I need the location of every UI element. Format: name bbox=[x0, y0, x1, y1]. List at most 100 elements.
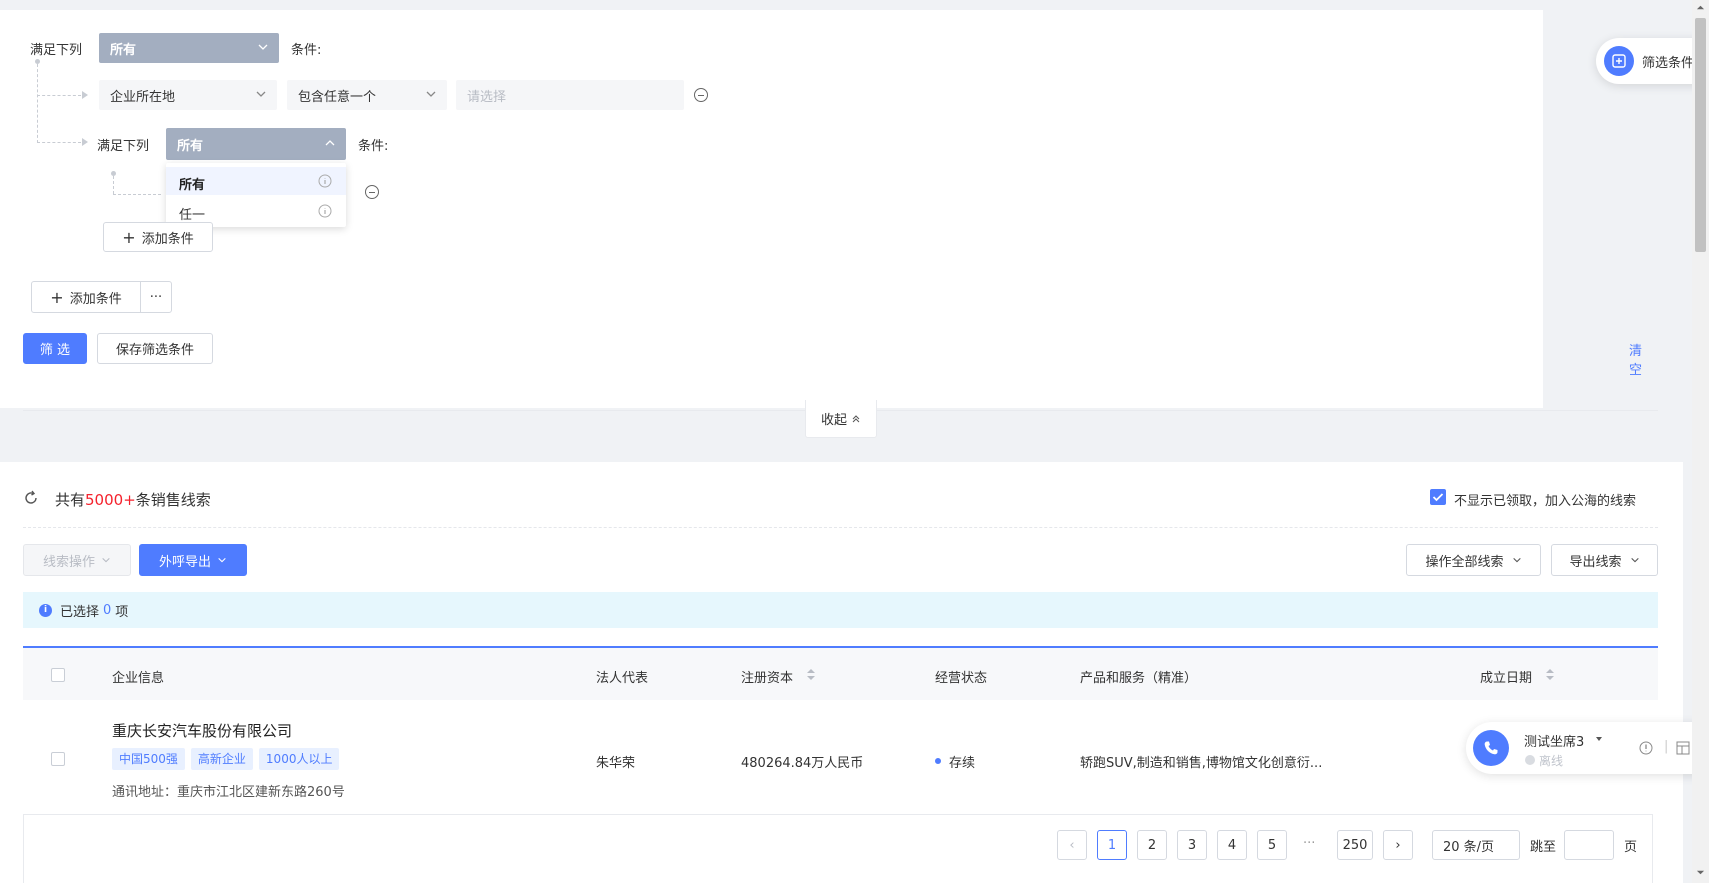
chevron-down-icon bbox=[256, 91, 266, 97]
alert-icon[interactable] bbox=[1639, 741, 1653, 755]
selected-count: 0 bbox=[103, 602, 112, 618]
divider bbox=[877, 410, 1658, 411]
export-leads-button[interactable]: 导出线索 bbox=[1551, 544, 1658, 576]
selection-banner: i 已选择 0 项 bbox=[23, 592, 1658, 628]
clear-link[interactable]: 清空 bbox=[1629, 340, 1642, 378]
nested-condition-label: 条件: bbox=[358, 139, 389, 154]
window-icon[interactable] bbox=[1676, 741, 1690, 755]
chevron-down-icon bbox=[102, 557, 110, 563]
arrow-icon bbox=[82, 91, 88, 99]
dropdown-option-any[interactable]: 任一 bbox=[166, 197, 346, 225]
filter-button-label: 筛 选 bbox=[39, 343, 71, 358]
prev-page-button[interactable]: ‹ bbox=[1057, 830, 1087, 860]
scroll-down-icon[interactable] bbox=[1696, 868, 1705, 877]
company-name[interactable]: 重庆长安汽车股份有限公司 bbox=[112, 720, 292, 741]
arrow-icon bbox=[82, 138, 88, 146]
nested-add-condition-button[interactable]: + 添加条件 bbox=[103, 222, 213, 252]
info-icon: i bbox=[39, 603, 52, 617]
agent-name: 测试坐席3 bbox=[1524, 735, 1585, 750]
jump-input[interactable] bbox=[1564, 830, 1614, 860]
nested-match-select-value: 所有 bbox=[177, 138, 204, 154]
match-select[interactable]: 所有 bbox=[99, 33, 279, 63]
nested-match-select[interactable]: 所有 bbox=[166, 128, 346, 160]
remove-condition-icon[interactable] bbox=[694, 88, 708, 102]
operator-select-value: 包含任意一个 bbox=[298, 89, 377, 105]
tree-line bbox=[113, 194, 161, 195]
page-unit-label: 页 bbox=[1624, 840, 1638, 855]
tree-line bbox=[37, 142, 81, 143]
dropdown-option-all[interactable]: 所有 bbox=[166, 167, 346, 195]
page-button[interactable]: 1 bbox=[1097, 830, 1127, 860]
hide-claimed-checkbox[interactable] bbox=[1430, 489, 1446, 505]
plus-icon: + bbox=[122, 227, 136, 247]
export-leads-label: 导出线索 bbox=[1569, 554, 1622, 570]
header-founded[interactable]: 成立日期 bbox=[1480, 667, 1532, 686]
chevron-down-icon bbox=[1630, 557, 1639, 563]
match-select-value: 所有 bbox=[110, 42, 137, 58]
page-button[interactable]: 3 bbox=[1177, 830, 1207, 860]
sort-icon[interactable] bbox=[807, 669, 815, 681]
header-legal-rep: 法人代表 bbox=[596, 671, 649, 686]
capital-value: 480264.84万人民币 bbox=[741, 756, 864, 771]
company-tags: 中国500强 高新企业 1000人以上 bbox=[112, 748, 345, 770]
page-button[interactable]: 5 bbox=[1257, 830, 1287, 860]
chevron-up-icon bbox=[325, 140, 335, 146]
company-address: 通讯地址：重庆市江北区建新东路260号 bbox=[112, 785, 345, 800]
separator: | bbox=[1664, 739, 1669, 754]
status-value: 存续 bbox=[949, 756, 976, 771]
selected-prefix: 已选择 bbox=[60, 604, 100, 620]
page-button[interactable]: 2 bbox=[1137, 830, 1167, 860]
scroll-up-icon[interactable] bbox=[1696, 3, 1705, 12]
tag-badge: 高新企业 bbox=[190, 748, 253, 770]
value-select[interactable]: 请选择 bbox=[456, 80, 684, 110]
select-all-checkbox[interactable] bbox=[51, 668, 65, 682]
table-row: 重庆长安汽车股份有限公司 中国500强 高新企业 1000人以上 通讯地址：重庆市江… bbox=[23, 700, 1658, 804]
scrollbar-thumb[interactable] bbox=[1695, 18, 1706, 252]
add-condition-button[interactable]: + 添加条件 bbox=[31, 281, 141, 313]
products-value: 轿跑SUV,制造和销售,博物馆文化创意衍... bbox=[1080, 756, 1323, 771]
jump-label: 跳至 bbox=[1530, 840, 1557, 855]
chevron-down-icon bbox=[218, 557, 226, 563]
header-status: 经营状态 bbox=[935, 671, 988, 686]
last-page-button[interactable]: 250 bbox=[1337, 830, 1373, 860]
add-condition-label: 添加条件 bbox=[69, 291, 122, 307]
sort-icon[interactable] bbox=[1546, 669, 1554, 681]
chevron-double-up-icon bbox=[852, 414, 860, 422]
page-size-select[interactable]: 20 条/页 bbox=[1432, 830, 1520, 860]
save-filter-button[interactable]: 保存筛选条件 bbox=[97, 333, 213, 364]
header-capital[interactable]: 注册资本 bbox=[741, 667, 793, 686]
scrollbar-track[interactable] bbox=[1692, 0, 1709, 883]
match-dropdown-menu: 所有 任一 bbox=[166, 163, 346, 227]
operate-all-label: 操作全部线索 bbox=[1425, 554, 1504, 570]
nested-match-label: 满足下列 bbox=[97, 139, 150, 154]
dropdown-option-label: 任一 bbox=[179, 208, 206, 223]
phone-widget[interactable]: 测试坐席3 离线 | bbox=[1466, 722, 1709, 774]
filter-panel: 满足下列 所有 条件: 企业所在地 包含任意一个 请选择 满足下列 所有 条件:… bbox=[0, 10, 1658, 411]
page-ellipsis[interactable]: ··· bbox=[1303, 836, 1315, 851]
collapse-label: 收起 bbox=[820, 413, 847, 428]
remove-condition-icon[interactable] bbox=[365, 185, 379, 199]
lead-ops-button[interactable]: 线索操作 bbox=[23, 544, 131, 576]
phone-icon[interactable] bbox=[1473, 730, 1509, 766]
more-button[interactable]: ··· bbox=[140, 281, 172, 313]
results-prefix: 共有 bbox=[55, 491, 86, 509]
next-page-button[interactable]: › bbox=[1383, 830, 1413, 860]
legal-rep-value: 朱华荣 bbox=[596, 756, 636, 771]
chevron-down-icon bbox=[1512, 557, 1521, 563]
page-button[interactable]: 4 bbox=[1217, 830, 1247, 860]
tree-line bbox=[37, 64, 38, 143]
plus-icon: + bbox=[50, 287, 64, 307]
field-select[interactable]: 企业所在地 bbox=[99, 80, 277, 110]
table-header: 企业信息 法人代表 注册资本 经营状态 产品和服务（精准） 成立日期 bbox=[23, 646, 1658, 700]
lead-ops-label: 线索操作 bbox=[42, 554, 95, 570]
operator-select[interactable]: 包含任意一个 bbox=[287, 80, 447, 110]
caret-down-icon[interactable] bbox=[1594, 734, 1604, 744]
outbound-export-button[interactable]: 外呼导出 bbox=[139, 544, 247, 576]
collapse-button[interactable]: 收起 bbox=[805, 400, 877, 438]
value-select-placeholder: 请选择 bbox=[467, 89, 507, 105]
row-checkbox[interactable] bbox=[51, 752, 65, 766]
floating-filter-label: 筛选条件 bbox=[1642, 55, 1695, 71]
refresh-icon[interactable] bbox=[23, 490, 39, 506]
filter-button[interactable]: 筛 选 bbox=[23, 333, 87, 364]
operate-all-button[interactable]: 操作全部线索 bbox=[1406, 544, 1541, 576]
